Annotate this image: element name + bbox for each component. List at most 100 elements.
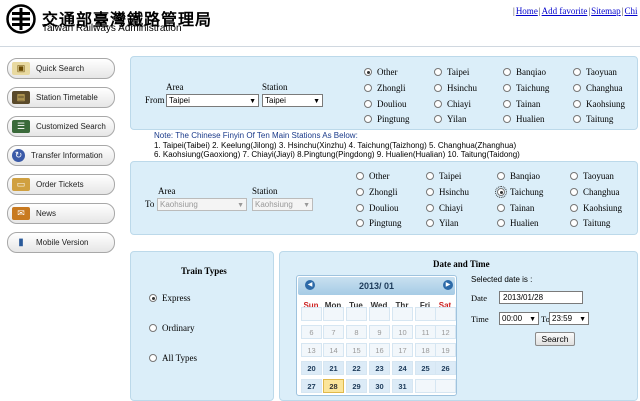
calendar-day-cell[interactable]: 22 [346, 361, 367, 375]
calendar-day-cell[interactable]: 18 [415, 343, 436, 357]
radio-circle-icon[interactable] [503, 68, 511, 76]
to-radio-hsinchu[interactable]: Hsinchu [426, 187, 469, 197]
calendar-day-cell[interactable]: 17 [392, 343, 413, 357]
to-station-select[interactable]: Kaohsiung ▼ [252, 198, 313, 211]
calendar-day-cell[interactable] [369, 307, 390, 321]
to-radio-taipei[interactable]: Taipei [426, 171, 461, 181]
radio-circle-icon[interactable] [364, 115, 372, 123]
calendar-day-cell[interactable] [415, 379, 436, 393]
radio-circle-icon[interactable] [573, 100, 581, 108]
radio-circle-icon[interactable] [356, 219, 364, 227]
radio-circle-icon[interactable] [497, 219, 505, 227]
radio-circle-icon[interactable] [570, 219, 578, 227]
sidebar-item-station-timetable[interactable]: ▤ Station Timetable [7, 87, 115, 108]
calendar-day-cell[interactable]: 31 [392, 379, 413, 393]
radio-circle-icon[interactable] [149, 354, 157, 362]
train-type-radio-all-types[interactable]: All Types [149, 353, 197, 363]
radio-circle-icon[interactable] [495, 186, 507, 198]
radio-circle-icon[interactable] [434, 84, 442, 92]
calendar-day-cell[interactable] [392, 307, 413, 321]
from-radio-other[interactable]: Other [364, 67, 398, 77]
to-radio-chiayi[interactable]: Chiayi [426, 203, 463, 213]
calendar-day-cell[interactable]: 12 [435, 325, 456, 339]
radio-circle-icon[interactable] [503, 100, 511, 108]
radio-circle-icon[interactable] [426, 172, 434, 180]
sidebar-item-transfer-information[interactable]: ↻ Transfer Information [7, 145, 115, 166]
sidebar-item-customized-search[interactable]: ☰ Customized Search [7, 116, 115, 137]
radio-circle-icon[interactable] [570, 172, 578, 180]
add-favorite-link[interactable]: Add favorite [542, 6, 588, 16]
radio-circle-icon[interactable] [434, 100, 442, 108]
calendar-day-cell[interactable]: 25 [415, 361, 436, 375]
from-radio-zhongli[interactable]: Zhongli [364, 83, 406, 93]
to-radio-other[interactable]: Other [356, 171, 390, 181]
to-radio-yilan[interactable]: Yilan [426, 218, 459, 228]
calendar-day-cell[interactable]: 24 [392, 361, 413, 375]
from-radio-hualien[interactable]: Hualien [503, 114, 545, 124]
to-radio-kaohsiung[interactable]: Kaohsiung [570, 203, 622, 213]
radio-circle-icon[interactable] [149, 294, 157, 302]
from-radio-kaohsiung[interactable]: Kaohsiung [573, 99, 625, 109]
radio-circle-icon[interactable] [573, 84, 581, 92]
radio-circle-icon[interactable] [356, 204, 364, 212]
from-radio-yilan[interactable]: Yilan [434, 114, 467, 124]
from-radio-taitung[interactable]: Taitung [573, 114, 613, 124]
radio-circle-icon[interactable] [364, 84, 372, 92]
calendar-day-cell[interactable]: 15 [346, 343, 367, 357]
to-radio-pingtung[interactable]: Pingtung [356, 218, 402, 228]
calendar-day-cell[interactable] [415, 307, 436, 321]
tra-logo-icon[interactable] [6, 4, 36, 34]
calendar-day-cell[interactable] [346, 307, 367, 321]
radio-circle-icon[interactable] [497, 172, 505, 180]
from-radio-taichung[interactable]: Taichung [503, 83, 549, 93]
calendar-day-cell[interactable]: 19 [435, 343, 456, 357]
calendar-day-cell[interactable]: 8 [346, 325, 367, 339]
calendar-day-cell[interactable] [435, 379, 456, 393]
chevron-right-icon[interactable]: ▶ [443, 280, 453, 290]
from-radio-douliou[interactable]: Douliou [364, 99, 407, 109]
calendar-day-cell[interactable]: 28 [323, 379, 344, 393]
calendar-day-cell[interactable]: 6 [301, 325, 322, 339]
from-station-select[interactable]: Taipei ▼ [262, 94, 323, 107]
chevron-left-icon[interactable]: ◀ [305, 280, 315, 290]
to-radio-taitung[interactable]: Taitung [570, 218, 610, 228]
radio-circle-icon[interactable] [426, 188, 434, 196]
radio-circle-icon[interactable] [503, 115, 511, 123]
calendar-day-cell[interactable]: 14 [323, 343, 344, 357]
calendar-day-cell[interactable] [301, 307, 322, 321]
calendar-day-cell[interactable]: 29 [346, 379, 367, 393]
calendar-day-cell[interactable] [435, 307, 456, 321]
radio-circle-icon[interactable] [503, 84, 511, 92]
calendar-day-cell[interactable]: 10 [392, 325, 413, 339]
radio-circle-icon[interactable] [573, 68, 581, 76]
to-area-select[interactable]: Kaohsiung ▼ [157, 198, 247, 211]
from-radio-taoyuan[interactable]: Taoyuan [573, 67, 617, 77]
sidebar-item-quick-search[interactable]: ▣ Quick Search [7, 58, 115, 79]
calendar-day-cell[interactable] [323, 307, 344, 321]
radio-circle-icon[interactable] [434, 68, 442, 76]
calendar-day-cell[interactable]: 27 [301, 379, 322, 393]
radio-circle-icon[interactable] [497, 204, 505, 212]
radio-circle-icon[interactable] [149, 324, 157, 332]
to-radio-taichung[interactable]: Taichung [495, 186, 543, 198]
to-radio-zhongli[interactable]: Zhongli [356, 187, 398, 197]
time-from-select[interactable]: 00:00 ▼ [499, 312, 539, 325]
to-radio-changhua[interactable]: Changhua [570, 187, 620, 197]
sidebar-item-order-tickets[interactable]: ▭ Order Tickets [7, 174, 115, 195]
to-radio-taoyuan[interactable]: Taoyuan [570, 171, 614, 181]
radio-circle-icon[interactable] [356, 188, 364, 196]
search-button[interactable]: Search [535, 332, 575, 346]
calendar-day-cell[interactable]: 23 [369, 361, 390, 375]
calendar-day-cell[interactable]: 30 [369, 379, 390, 393]
radio-circle-icon[interactable] [570, 204, 578, 212]
radio-circle-icon[interactable] [434, 115, 442, 123]
calendar-day-cell[interactable]: 21 [323, 361, 344, 375]
from-radio-banqiao[interactable]: Banqiao [503, 67, 546, 77]
home-link[interactable]: Home [516, 6, 538, 16]
to-radio-douliou[interactable]: Douliou [356, 203, 399, 213]
to-radio-banqiao[interactable]: Banqiao [497, 171, 540, 181]
date-field[interactable]: 2013/01/28 [499, 291, 583, 304]
from-radio-hsinchu[interactable]: Hsinchu [434, 83, 477, 93]
from-radio-changhua[interactable]: Changhua [573, 83, 623, 93]
radio-circle-icon[interactable] [426, 204, 434, 212]
